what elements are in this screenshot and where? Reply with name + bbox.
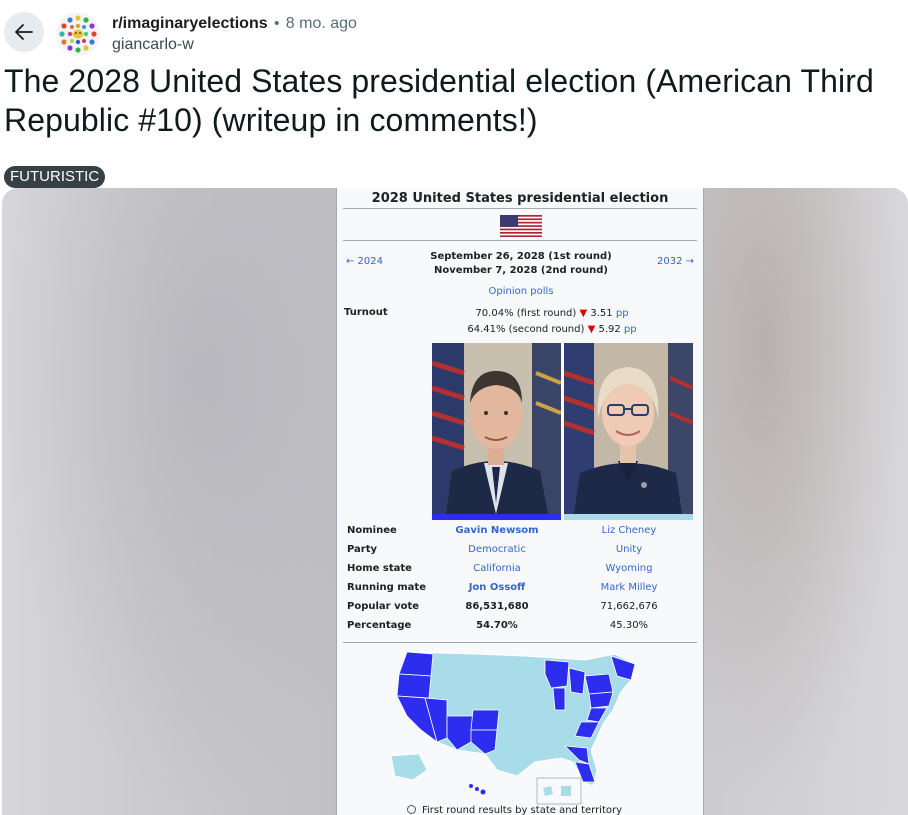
author-link[interactable]: giancarlo-w: [112, 34, 357, 55]
candidate-1-photo: [432, 343, 561, 514]
results-map[interactable]: [385, 646, 661, 811]
post-title: The 2028 United States presidential elec…: [4, 63, 874, 138]
popular-vote-2: 71,662,676: [600, 601, 658, 612]
row-label-party: Party: [347, 544, 378, 555]
candidate-2-photo: [564, 343, 693, 514]
divider: [343, 208, 697, 209]
subreddit-avatar-icon[interactable]: [56, 12, 100, 56]
election-infobox: 2028 United States presidential election…: [336, 188, 704, 815]
caption-marker-icon: [407, 805, 416, 814]
meta-separator: •: [274, 15, 280, 32]
post-image[interactable]: 2028 United States presidential election…: [2, 188, 908, 815]
row-label-nominee: Nominee: [347, 525, 397, 536]
map-caption-text: First round results by state and territo…: [422, 805, 623, 815]
back-button[interactable]: [4, 12, 44, 52]
turnout-second-change: 5.92: [598, 324, 621, 335]
popular-vote-1: 86,531,680: [465, 601, 529, 612]
down-arrow-icon: ▼: [579, 308, 588, 319]
divider: [343, 240, 697, 241]
party-1-link[interactable]: Democratic: [432, 544, 562, 555]
nominee-2-link[interactable]: Liz Cheney: [564, 525, 694, 536]
post-flair[interactable]: FUTURISTIC: [4, 166, 106, 188]
map-caption: First round results by state and territo…: [407, 805, 622, 815]
row-label-home-state: Home state: [347, 563, 412, 574]
party-2-link[interactable]: Unity: [564, 544, 694, 555]
date-first-round: September 26, 2028 (1st round): [430, 251, 612, 262]
image-blur-right: [703, 188, 908, 815]
us-flag-icon: [500, 215, 542, 237]
election-dates: September 26, 2028 (1st round) November …: [397, 250, 645, 278]
down-arrow-icon: ▼: [587, 324, 596, 335]
post-meta: r/imaginaryelections • 8 mo. ago giancar…: [112, 13, 357, 55]
infobox-title: 2028 United States presidential election: [371, 191, 669, 206]
row-label-popular-vote: Popular vote: [347, 601, 420, 612]
next-election-link[interactable]: 2032 →: [657, 256, 694, 267]
turnout-second-round: 64.41% (second round): [467, 324, 585, 335]
running-mate-1-link[interactable]: Jon Ossoff: [432, 582, 562, 593]
opinion-polls-link[interactable]: Opinion polls: [337, 286, 705, 297]
percentage-1: 54.70%: [476, 620, 518, 631]
pp-link[interactable]: pp: [624, 324, 637, 335]
arrow-left-icon: [15, 24, 33, 40]
subreddit-link[interactable]: r/imaginaryelections: [112, 15, 268, 32]
prev-election-link[interactable]: ← 2024: [346, 256, 383, 267]
home-state-2-link[interactable]: Wyoming: [564, 563, 694, 574]
turnout-first-round: 70.04% (first round): [475, 308, 577, 319]
running-mate-2-link[interactable]: Mark Milley: [564, 582, 694, 593]
candidate-1-color-bar: [432, 514, 561, 520]
divider: [343, 642, 697, 643]
pp-link[interactable]: pp: [616, 308, 629, 319]
post-age: 8 mo. ago: [285, 15, 357, 32]
nominee-1-link[interactable]: Gavin Newsom: [432, 525, 562, 536]
row-label-percentage: Percentage: [347, 620, 412, 631]
turnout-first-change: 3.51: [590, 308, 613, 319]
turnout-values: 70.04% (first round) ▼ 3.51 pp 64.41% (s…: [437, 306, 667, 338]
image-blur-left: [2, 188, 336, 815]
percentage-2: 45.30%: [609, 620, 649, 631]
turnout-label: Turnout: [344, 307, 388, 318]
home-state-1-link[interactable]: California: [432, 563, 562, 574]
candidate-2-color-bar: [564, 514, 693, 520]
row-label-running-mate: Running mate: [347, 582, 426, 593]
date-second-round: November 7, 2028 (2nd round): [434, 265, 608, 276]
